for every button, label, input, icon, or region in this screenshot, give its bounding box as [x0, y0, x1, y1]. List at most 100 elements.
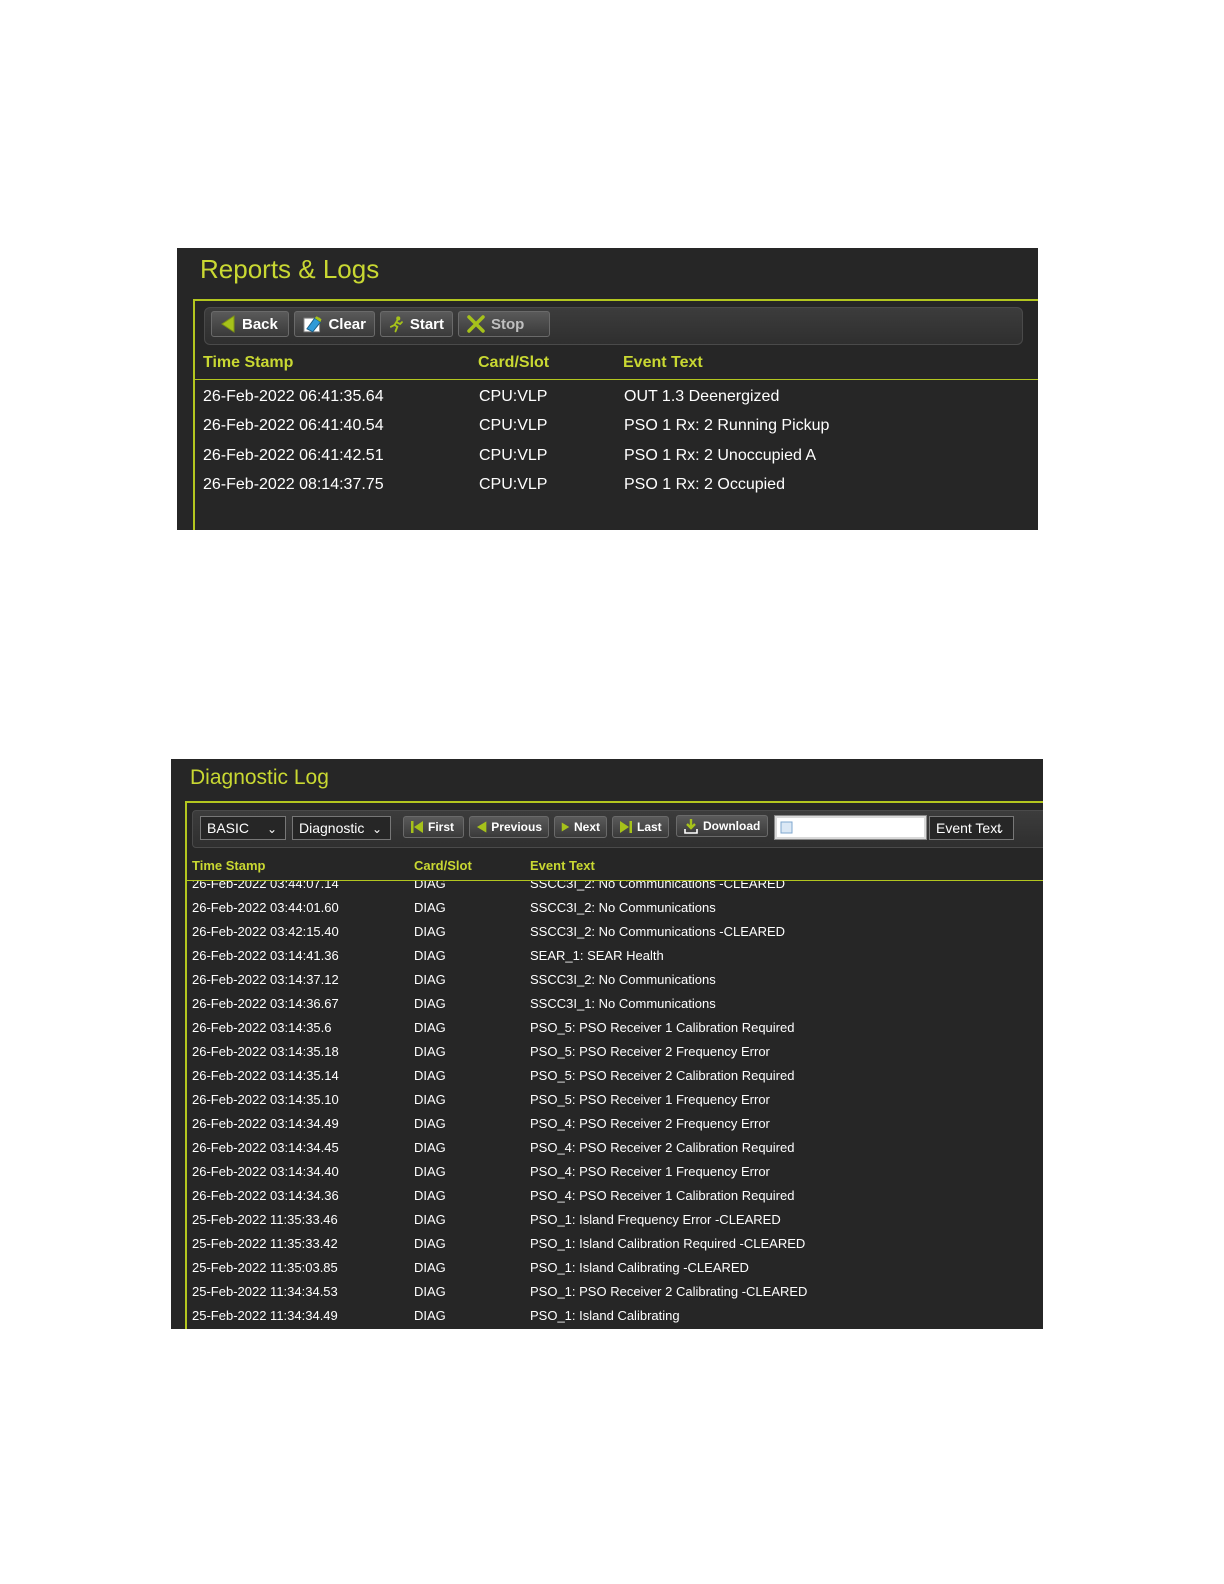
next-button[interactable]: Next: [554, 816, 607, 838]
row-event-text: PSO_4: PSO Receiver 2 Calibration Requir…: [530, 1140, 795, 1155]
clear-button[interactable]: Clear: [294, 311, 375, 337]
last-button[interactable]: Last: [612, 816, 669, 838]
row-card-slot: DIAG: [414, 1020, 446, 1035]
diag-col-event: Event Text: [530, 858, 595, 873]
row-event-text: PSO_5: PSO Receiver 1 Calibration Requir…: [530, 1020, 795, 1035]
log-type-select[interactable]: Diagnostic ⌄: [292, 816, 391, 840]
table-row[interactable]: 25-Feb-2022 11:34:34.53 DIAG PSO_1: PSO Re…: [187, 1281, 1043, 1305]
clear-button-label: Clear: [328, 315, 366, 333]
row-time: 26-Feb-2022 03:14:35.18: [192, 1044, 339, 1059]
level-select[interactable]: BASIC ⌄: [200, 816, 286, 840]
table-row[interactable]: 25-Feb-2022 11:35:33.46 DIAG PSO_1: Island…: [187, 1209, 1043, 1233]
search-input[interactable]: [774, 815, 927, 840]
table-row-2-time: 26-Feb-2022 06:41:40.54: [203, 417, 384, 434]
reports-logs-title: Reports & Logs: [200, 254, 380, 284]
table-row[interactable]: 26-Feb-2022 03:14:35.6 DIAG PSO_5: PSO Rec…: [187, 1017, 1043, 1041]
row-event-text: PSO_4: PSO Receiver 1 Frequency Error: [530, 1164, 770, 1179]
table-row[interactable]: 26-Feb-2022 03:42:15.40 DIAG SSCC3I_2: No …: [187, 921, 1043, 945]
table-row[interactable]: 25-Feb-2022 11:34:34.49 DIAG PSO_1: Island…: [187, 1305, 1043, 1329]
row-time: 26-Feb-2022 03:14:41.36: [192, 948, 339, 963]
table-row-4-event: PSO 1 Rx: 2 Occupied: [624, 476, 785, 493]
table-row[interactable]: 25-Feb-2022 11:35:03.85 DIAG PSO_1: Island…: [187, 1257, 1043, 1281]
table-row-2-card: CPU:VLP: [479, 417, 548, 434]
row-card-slot: DIAG: [414, 880, 446, 891]
row-time: 25-Feb-2022 11:35:33.46: [192, 1212, 338, 1227]
row-card-slot: DIAG: [414, 1068, 446, 1083]
search-field-select[interactable]: Event Text ⌄: [929, 816, 1014, 840]
table-row[interactable]: 26-Feb-2022 03:14:34.36 DIAG PSO_4: PSO Re…: [187, 1185, 1043, 1209]
row-time: 25-Feb-2022 11:35:33.42: [192, 1236, 338, 1251]
next-arrow-icon: [561, 822, 570, 832]
table-row-3-time: 26-Feb-2022 06:41:42.51: [203, 447, 384, 464]
table-row[interactable]: 26-Feb-2022 03:14:37.12 DIAG SSCC3I_2: No …: [187, 969, 1043, 993]
table-row[interactable]: 26-Feb-2022 03:14:34.49 DIAG PSO_4: PSO Re…: [187, 1113, 1043, 1137]
row-time: 25-Feb-2022 11:34:34.53: [192, 1284, 338, 1299]
table-row[interactable]: 25-Feb-2022 11:35:33.42 DIAG PSO_1: Island…: [187, 1233, 1043, 1257]
table-row[interactable]: 26-Feb-2022 03:14:35.18 DIAG PSO_5: PSO Re…: [187, 1041, 1043, 1065]
row-time: 26-Feb-2022 03:44:07.14: [192, 880, 339, 891]
download-button[interactable]: Download: [676, 815, 768, 837]
diag-table-body[interactable]: 26-Feb-2022 03:44:07.14 DIAG SSCC3I_2: No …: [187, 880, 1043, 1329]
row-event-text: PSO_5: PSO Receiver 1 Frequency Error: [530, 1092, 770, 1107]
row-time: 26-Feb-2022 03:14:37.12: [192, 972, 339, 987]
row-card-slot: DIAG: [414, 996, 446, 1011]
diag-col-time: Time Stamp: [192, 858, 266, 873]
diagnostic-log-panel: Diagnostic Log BASIC ⌄ Diagnostic ⌄ Firs…: [171, 759, 1043, 1329]
row-card-slot: DIAG: [414, 1188, 446, 1203]
row-time: 26-Feb-2022 03:14:34.40: [192, 1164, 339, 1179]
row-event-text: PSO_4: PSO Receiver 2 Frequency Error: [530, 1116, 770, 1131]
back-button-label: Back: [242, 315, 278, 333]
row-event-text: PSO_5: PSO Receiver 2 Calibration Requir…: [530, 1068, 795, 1083]
row-time: 26-Feb-2022 03:14:34.36: [192, 1188, 339, 1203]
table-row[interactable]: 26-Feb-2022 03:14:36.67 DIAG SSCC3I_1: No …: [187, 993, 1043, 1017]
last-button-label: Last: [637, 820, 662, 834]
row-time: 26-Feb-2022 03:14:35.10: [192, 1092, 339, 1107]
clear-eraser-icon: [303, 316, 322, 333]
row-time: 26-Feb-2022 03:44:01.60: [192, 900, 339, 915]
table-row-3-card: CPU:VLP: [479, 447, 548, 464]
row-event-text: PSO_1: Island Calibration Required -CLEA…: [530, 1236, 806, 1251]
first-button[interactable]: First: [403, 816, 464, 838]
reports-header-rule: [195, 379, 1038, 380]
back-button[interactable]: Back: [211, 311, 289, 337]
last-page-icon: [620, 821, 632, 833]
table-row[interactable]: 26-Feb-2022 03:14:34.40 DIAG PSO_4: PSO Re…: [187, 1161, 1043, 1185]
first-page-icon: [411, 821, 423, 833]
row-event-text: PSO_4: PSO Receiver 1 Calibration Requir…: [530, 1188, 795, 1203]
table-row[interactable]: 26-Feb-2022 03:14:35.10 DIAG PSO_5: PSO Re…: [187, 1089, 1043, 1113]
download-icon: [684, 819, 698, 834]
table-row[interactable]: 26-Feb-2022 03:44:07.14 DIAG SSCC3I_2: No …: [187, 880, 1043, 897]
row-card-slot: DIAG: [414, 1092, 446, 1107]
row-card-slot: DIAG: [414, 1308, 446, 1323]
previous-button-label: Previous: [491, 820, 542, 834]
row-event-text: SSCC3I_2: No Communications -CLEARED: [530, 880, 786, 891]
row-card-slot: DIAG: [414, 900, 446, 915]
row-card-slot: DIAG: [414, 972, 446, 987]
row-card-slot: DIAG: [414, 1236, 446, 1251]
reports-col-event: Event Text: [623, 354, 703, 371]
table-row-1-event: OUT 1.3 Deenergized: [624, 388, 780, 405]
start-button[interactable]: Start: [380, 311, 453, 337]
chevron-down-icon: ⌄: [994, 822, 1005, 836]
row-card-slot: DIAG: [414, 924, 446, 939]
table-row[interactable]: 26-Feb-2022 03:14:35.14 DIAG PSO_5: PSO Re…: [187, 1065, 1043, 1089]
stop-button[interactable]: Stop: [458, 311, 550, 337]
row-event-text: SSCC3I_2: No Communications: [530, 972, 716, 987]
running-man-icon: [389, 316, 403, 333]
row-card-slot: DIAG: [414, 1116, 446, 1131]
chevron-down-icon: ⌄: [371, 822, 382, 836]
table-row-4-card: CPU:VLP: [479, 476, 548, 493]
previous-button[interactable]: Previous: [469, 816, 549, 838]
stop-x-icon: [467, 315, 485, 333]
table-row-1-time: 26-Feb-2022 06:41:35.64: [203, 388, 384, 405]
table-row-3-event: PSO 1 Rx: 2 Unoccupied A: [624, 447, 817, 464]
stop-button-label: Stop: [491, 315, 525, 333]
table-row[interactable]: 26-Feb-2022 03:14:41.36 DIAG SEAR_1: SEAR …: [187, 945, 1043, 969]
row-event-text: PSO_1: Island Calibrating -CLEARED: [530, 1260, 749, 1275]
table-row[interactable]: 26-Feb-2022 03:14:34.45 DIAG PSO_4: PSO Re…: [187, 1137, 1043, 1161]
table-row[interactable]: 26-Feb-2022 03:44:01.60 DIAG SSCC3I_2: No …: [187, 897, 1043, 921]
download-button-label: Download: [703, 819, 761, 833]
diag-col-card: Card/Slot: [414, 858, 472, 873]
diagnostic-log-title: Diagnostic Log: [190, 766, 329, 789]
row-card-slot: DIAG: [414, 1284, 446, 1299]
